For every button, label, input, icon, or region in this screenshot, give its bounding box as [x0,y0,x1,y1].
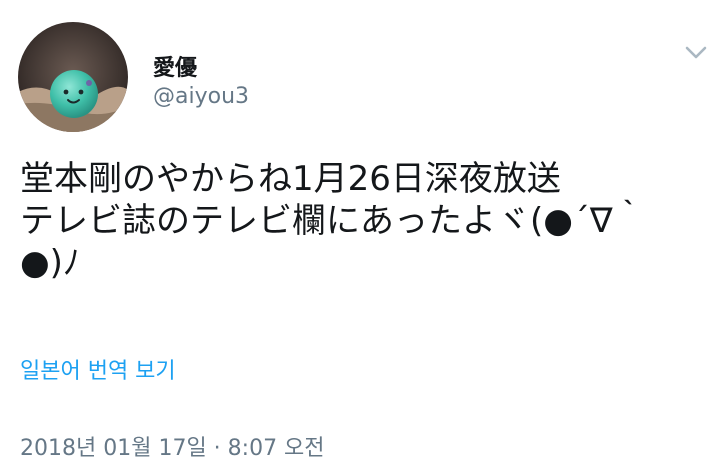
chevron-down-icon[interactable] [681,40,711,66]
tweet-timestamp[interactable]: 2018년 01월 17일 · 8:07 오전 [20,430,325,462]
tweet-text: 堂本剛のやからね1月26日深夜放送 テレビ誌のテレビ欄にあったよヾ(●´∇｀●)… [20,159,647,283]
user-handle[interactable]: @aiyou3 [153,84,249,109]
display-name[interactable]: 愛優 [153,50,197,82]
translate-tweet-link[interactable]: 일본어 번역 보기 [20,353,176,385]
avatar-image [18,22,128,132]
tweet-card: 愛優 @aiyou3 堂本剛のやからね1月26日深夜放送 テレビ誌のテレビ欄にあ… [0,0,720,467]
avatar[interactable] [18,22,128,132]
